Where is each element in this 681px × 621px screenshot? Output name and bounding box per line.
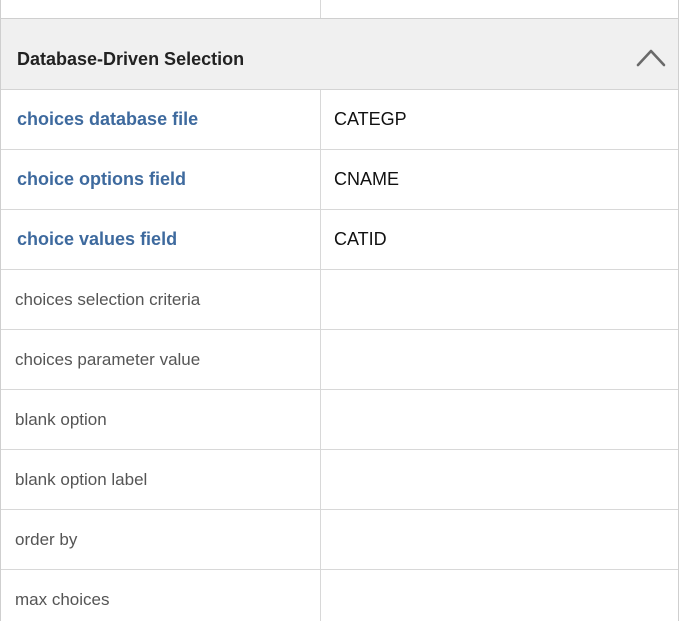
- property-label: max choices: [15, 590, 110, 609]
- property-label: choices selection criteria: [15, 290, 201, 309]
- property-label: blank option label: [15, 470, 148, 489]
- property-value-field[interactable]: [321, 570, 678, 621]
- property-value-field[interactable]: [321, 270, 678, 329]
- property-grid: choices database file CATEGP choice opti…: [1, 90, 678, 621]
- property-row-max-choices: max choices: [1, 570, 678, 621]
- property-row-choice-values-field: choice values field CATID: [1, 210, 678, 270]
- property-row-blank-option-label: blank option label: [1, 450, 678, 510]
- property-label: choice values field: [17, 229, 178, 249]
- property-row-choices-selection-criteria: choices selection criteria: [1, 270, 678, 330]
- previous-row-fragment: [1, 0, 678, 19]
- property-row-choice-options-field: choice options field CNAME: [1, 150, 678, 210]
- property-row-blank-option: blank option: [1, 390, 678, 450]
- chevron-up-icon[interactable]: [634, 43, 668, 71]
- section-title: Database-Driven Selection: [17, 49, 245, 69]
- property-value-field[interactable]: [321, 510, 678, 569]
- property-label: choices parameter value: [15, 350, 201, 369]
- property-row-order-by: order by: [1, 510, 678, 570]
- property-label: choices database file: [17, 109, 199, 129]
- property-value-field[interactable]: CATEGP: [321, 90, 678, 149]
- property-value-field[interactable]: [321, 390, 678, 449]
- property-value-field[interactable]: [321, 450, 678, 509]
- property-value-field[interactable]: CNAME: [321, 150, 678, 209]
- property-label: order by: [15, 530, 78, 549]
- property-label: choice options field: [17, 169, 187, 189]
- section-header-database-driven-selection[interactable]: Database-Driven Selection: [1, 19, 678, 90]
- property-value-field[interactable]: CATID: [321, 210, 678, 269]
- property-value-field[interactable]: [321, 330, 678, 389]
- column-divider: [320, 0, 321, 18]
- property-label: blank option: [15, 410, 107, 429]
- property-row-choices-database-file: choices database file CATEGP: [1, 90, 678, 150]
- property-row-choices-parameter-value: choices parameter value: [1, 330, 678, 390]
- properties-panel: Database-Driven Selection choices databa…: [0, 0, 679, 621]
